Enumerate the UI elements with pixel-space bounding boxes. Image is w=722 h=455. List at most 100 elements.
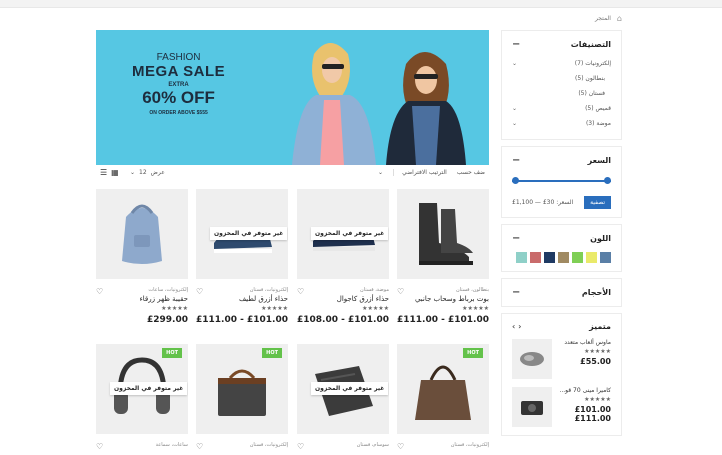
rating-stars: ★★★★★ [584,396,611,403]
rating-stars: ★★★★★ [261,305,288,312]
product-card[interactable]: ♡ بنطالون، فستان بوت برباط وسحاب جانبي ★… [397,189,489,325]
promo-banner[interactable]: FASHION MEGA SALE EXTRA 60% OFF ON ORDER… [96,30,489,165]
category-item[interactable]: بنطالون (5) [512,71,611,86]
slider-handle-max[interactable] [604,177,611,184]
color-swatch[interactable] [572,252,583,263]
product-category[interactable]: إلكترونيات، ساعات [96,287,188,293]
categories-header: التصنيفات − [512,39,611,50]
color-swatch[interactable] [586,252,597,263]
product-category[interactable]: ساعات، سماعة [96,442,188,448]
color-swatch[interactable] [530,252,541,263]
product-price: £299.00 [147,315,188,325]
product-image[interactable]: غير متوفر في المخزون [297,344,389,434]
chevron-down-icon[interactable]: ⌄ [512,60,517,67]
product-name[interactable]: بوت برباط وسحاب جانبي [397,295,489,303]
grid-view-icon[interactable]: ▦ [111,168,119,177]
sort-select[interactable]: الترتيب الافتراضي [393,169,447,176]
sizes-header: الأحجام − [512,287,611,298]
collapse-icon[interactable]: − [512,39,520,50]
collapse-icon[interactable]: − [512,155,520,166]
category-label[interactable]: قميص (5) [585,105,611,112]
heart-icon[interactable]: ♡ [196,442,203,451]
heart-icon[interactable]: ♡ [397,442,404,451]
heart-icon[interactable]: ♡ [196,287,203,296]
category-label[interactable]: موضة (3) [586,120,611,127]
product-category[interactable]: سوسام، فستان [297,442,389,448]
color-header: اللون − [512,233,611,244]
view-toggle: ☰ ▦ [100,168,119,177]
product-image[interactable]: HOT [196,344,288,434]
product-card[interactable]: HOT غير متوفر في المخزون ♡ ساعات، سماعة [96,344,188,451]
heart-icon[interactable]: ♡ [297,442,304,451]
color-swatch[interactable] [558,252,569,263]
mouse-image [520,352,544,366]
banner-text: FASHION MEGA SALE EXTRA 60% OFF ON ORDER… [132,52,225,116]
color-swatches [512,252,611,263]
category-label[interactable]: فستان (5) [578,90,605,97]
collapse-icon[interactable]: − [512,233,520,244]
product-category[interactable]: بنطالون، فستان [397,287,489,293]
color-swatch[interactable] [600,252,611,263]
category-item[interactable]: إلكترونيات (7) ⌄ [512,56,611,71]
product-image[interactable] [96,189,188,279]
product-category[interactable]: موضة، فستان [297,287,389,293]
product-name[interactable]: حذاء أزرق كاجوال [297,295,389,303]
price-filter-row: تصفية السعر: 30£ — 1,100£ [512,196,611,209]
collapse-icon[interactable]: − [512,287,520,298]
heart-icon[interactable]: ♡ [96,442,103,451]
featured-image[interactable] [512,387,552,427]
product-meta: ♡ إلكترونيات، فستان [397,442,489,451]
product-image[interactable]: HOT [397,344,489,434]
per-page-select[interactable]: عرض 12 ⌄ [130,169,165,176]
filter-button[interactable]: تصفية [584,196,611,209]
show-value[interactable]: 12 [139,169,147,176]
product-image[interactable] [397,189,489,279]
category-item[interactable]: موضة (3) ⌄ [512,116,611,131]
color-swatch[interactable] [516,252,527,263]
featured-product[interactable]: ماوس ألعاب متعدد ★★★★★ £55.00 [512,339,611,379]
categories-widget: التصنيفات − إلكترونيات (7) ⌄ بنطالون (5) … [501,30,622,140]
featured-image[interactable] [512,339,552,379]
product-name[interactable]: حذاء أزرق لطيف [196,295,288,303]
chevron-down-icon[interactable]: ⌄ [512,120,517,127]
product-image[interactable]: غير متوفر في المخزون [297,189,389,279]
product-name[interactable]: حقيبة ظهر زرقاء [96,295,189,303]
category-label[interactable]: بنطالون (5) [575,75,605,82]
chevron-down-icon[interactable]: ⌄ [512,105,517,112]
chevron-down-icon: ⌄ [130,169,136,176]
price-slider[interactable] [512,176,611,186]
product-image[interactable]: HOT غير متوفر في المخزون [96,344,188,434]
featured-product[interactable]: كاميرا مينى 70 قو... ★★★★★ £101.00 £111.… [512,387,611,427]
breadcrumb-current[interactable]: المتجر [595,15,611,22]
category-item[interactable]: قميص (5) ⌄ [512,101,611,116]
heart-icon[interactable]: ♡ [96,287,103,296]
product-card[interactable]: ♡ إلكترونيات، ساعات حقيبة ظهر زرقاء ★★★★… [96,189,188,325]
carousel-arrows[interactable]: ‹ › [512,322,521,331]
slider-handle-min[interactable] [512,177,519,184]
category-item[interactable]: فستان (5) [512,86,611,101]
product-card[interactable]: HOT ♡ إلكترونيات، فستان [196,344,288,451]
featured-name[interactable]: ماوس ألعاب متعدد [558,339,611,346]
product-category[interactable]: إلكترونيات، فستان [397,442,489,448]
product-category[interactable]: إلكترونيات، فستان [196,287,288,293]
hot-badge: HOT [162,348,182,358]
product-image[interactable]: غير متوفر في المخزون [196,189,288,279]
sort-control: ضف حسب الترتيب الافتراضي ⌄ [378,169,485,176]
home-icon[interactable]: ⌂ [617,14,622,23]
product-category[interactable]: إلكترونيات، فستان [196,442,288,448]
camera-image [521,401,543,415]
heart-icon[interactable]: ♡ [297,287,304,296]
price-header: السعر − [512,155,611,166]
top-bar [0,0,722,8]
out-of-stock-badge: غير متوفر في المخزون [210,227,288,240]
category-label[interactable]: إلكترونيات (7) [575,60,611,67]
list-view-icon[interactable]: ☰ [100,168,107,177]
product-card[interactable]: HOT ♡ إلكترونيات، فستان [397,344,489,451]
featured-name[interactable]: كاميرا مينى 70 قو... [558,387,611,394]
product-card[interactable]: غير متوفر في المخزون ♡ سوسام، فستان [297,344,389,451]
heart-icon[interactable]: ♡ [397,287,404,296]
sidebar: التصنيفات − إلكترونيات (7) ⌄ بنطالون (5) … [501,30,622,442]
product-card[interactable]: غير متوفر في المخزون ♡ إلكترونيات، فستان… [196,189,288,325]
product-card[interactable]: غير متوفر في المخزون ♡ موضة، فستان حذاء … [297,189,389,325]
color-swatch[interactable] [544,252,555,263]
